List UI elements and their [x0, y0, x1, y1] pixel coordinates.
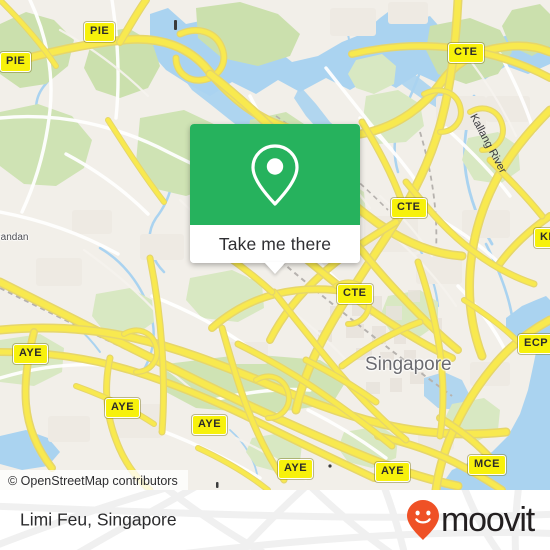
footer-bar: Limi Feu, Singapore moovit — [0, 490, 550, 550]
take-me-there-label: Take me there — [218, 233, 332, 254]
card-icon-panel — [190, 124, 360, 225]
highway-shield: AYE — [192, 415, 228, 435]
highway-shield: CTE — [448, 43, 484, 63]
moovit-wordmark: moovit — [441, 501, 535, 539]
moovit-smiley-pin-icon — [407, 500, 440, 540]
highway-shield: MCE — [468, 455, 506, 475]
highway-shield: CTE — [337, 284, 373, 304]
highway-shield: AYE — [278, 459, 314, 479]
map-pin-icon — [251, 143, 299, 206]
highway-shield: AYE — [105, 398, 141, 418]
callout-tail — [264, 262, 286, 274]
attribution-text: © OpenStreetMap contributors — [8, 473, 178, 488]
moovit-logo[interactable]: moovit — [406, 499, 535, 541]
map-area-label: Pandan — [0, 232, 29, 243]
highway-shield: PIE — [84, 22, 116, 42]
card-action-panel[interactable]: Take me there — [190, 225, 360, 274]
place-title: Limi Feu, Singapore — [20, 509, 177, 530]
highway-shield: PIE — [0, 52, 32, 72]
highway-shield: ECP — [518, 334, 550, 354]
highway-shield: CTE — [391, 198, 427, 218]
osm-attribution[interactable]: © OpenStreetMap contributors — [0, 470, 188, 490]
highway-shield: AYE — [13, 344, 49, 364]
map-canvas[interactable]: .wtr{fill:#aad3f0;} .wtrline{stroke:#aad… — [0, 0, 550, 490]
highway-shield: KPE — [534, 228, 550, 248]
location-callout-card[interactable]: Take me there — [190, 124, 360, 274]
highway-shield: AYE — [375, 462, 411, 482]
map-place-label: Singapore — [365, 354, 452, 375]
